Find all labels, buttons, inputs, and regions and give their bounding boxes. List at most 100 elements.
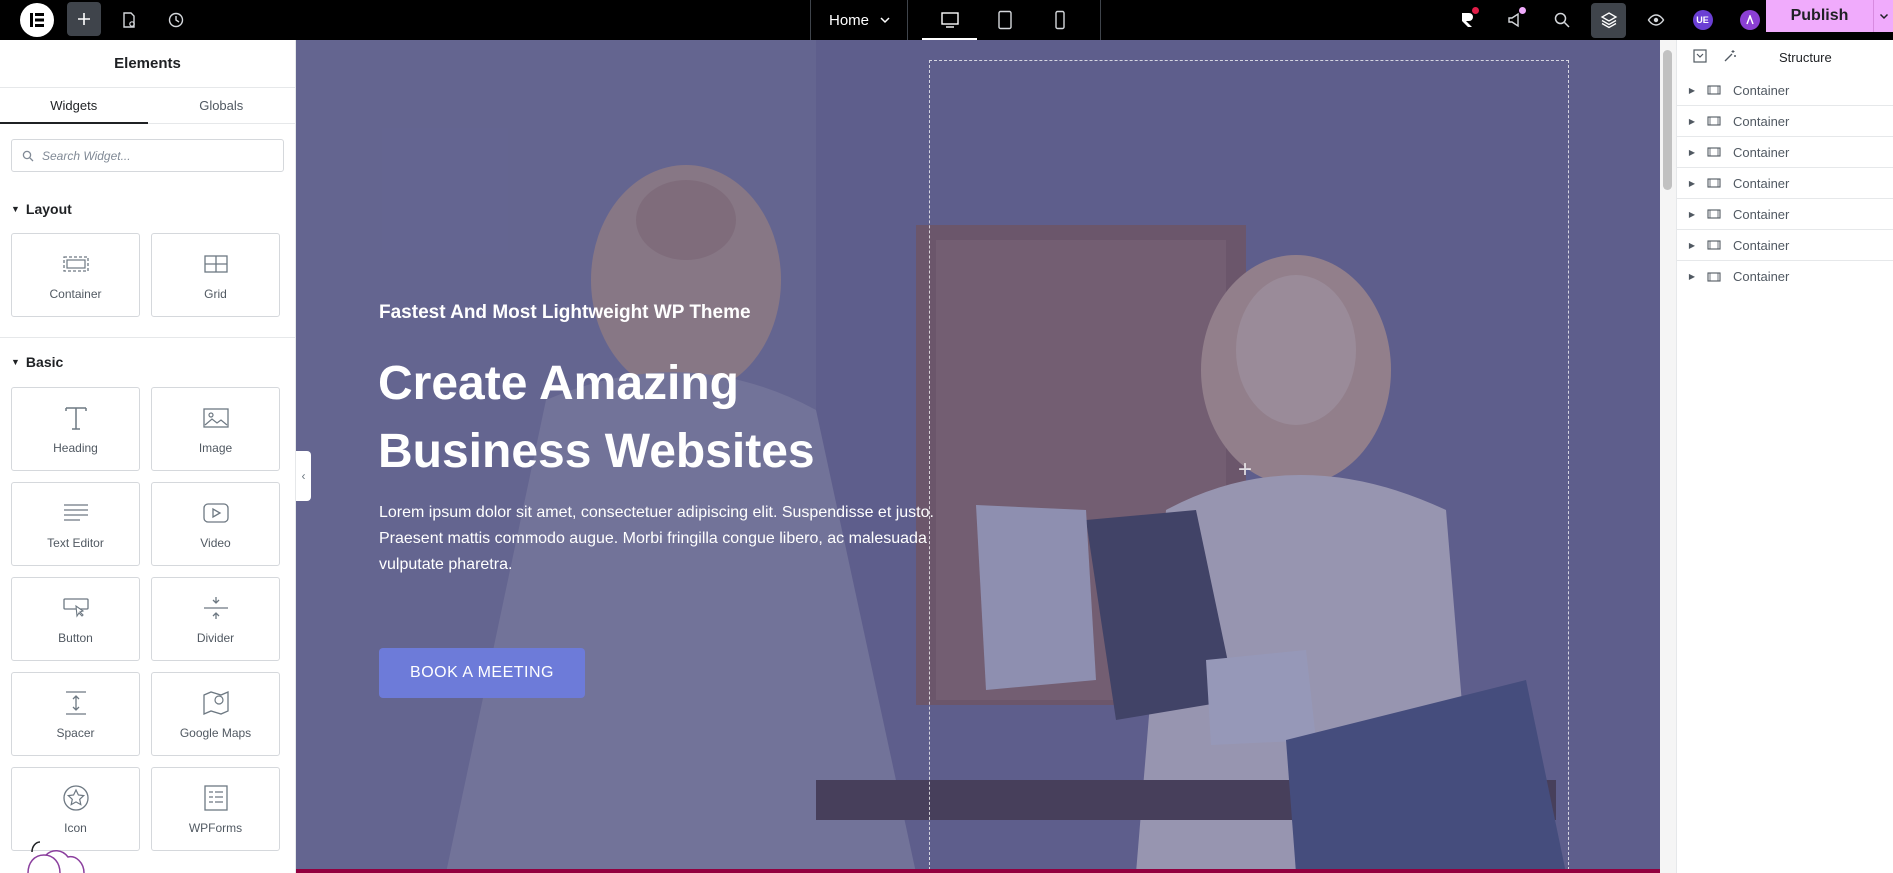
tablet-icon bbox=[997, 10, 1012, 30]
spacer-icon bbox=[62, 688, 90, 718]
widget-image[interactable]: Image bbox=[151, 387, 280, 471]
text-editor-icon bbox=[62, 498, 90, 528]
structure-item[interactable]: ▶ Container bbox=[1677, 199, 1893, 230]
mobile-view-button[interactable] bbox=[1032, 0, 1087, 40]
announcements-button[interactable] bbox=[1497, 3, 1532, 38]
chevron-down-icon bbox=[1879, 13, 1888, 20]
right-toolbar: UE bbox=[1450, 0, 1767, 40]
top-bar: Home UE Publish bbox=[0, 0, 1893, 40]
royal-addons-button[interactable] bbox=[1450, 3, 1485, 38]
widget-icon[interactable]: Icon bbox=[11, 767, 140, 851]
structure-item-label: Container bbox=[1733, 237, 1790, 253]
tab-globals[interactable]: Globals bbox=[148, 88, 296, 123]
structure-item[interactable]: ▶ Container bbox=[1677, 137, 1893, 168]
avatar: UE bbox=[1692, 10, 1713, 30]
caret-right-icon[interactable]: ▶ bbox=[1677, 272, 1707, 281]
panel-tabs: Widgets Globals bbox=[0, 88, 295, 124]
container-icon bbox=[1707, 85, 1733, 95]
royal-logo-icon bbox=[1461, 13, 1473, 27]
widget-label: WPForms bbox=[188, 821, 243, 835]
canvas-scrollbar[interactable] bbox=[1660, 40, 1676, 873]
structure-item[interactable]: ▶ Container bbox=[1677, 106, 1893, 137]
structure-item[interactable]: ▶ Container bbox=[1677, 168, 1893, 199]
container-icon bbox=[1707, 147, 1733, 157]
caret-right-icon[interactable]: ▶ bbox=[1677, 117, 1707, 126]
search-placeholder: Search Widget... bbox=[42, 148, 131, 163]
caret-right-icon[interactable]: ▶ bbox=[1677, 241, 1707, 250]
tab-widgets[interactable]: Widgets bbox=[0, 88, 148, 124]
ai-logo-icon bbox=[1739, 10, 1760, 30]
container-icon bbox=[1707, 240, 1733, 250]
mascot-icon bbox=[27, 841, 85, 873]
map-icon bbox=[202, 688, 230, 718]
widget-container[interactable]: Container bbox=[11, 233, 140, 317]
widget-google-maps[interactable]: Google Maps bbox=[151, 672, 280, 756]
divider bbox=[0, 337, 295, 338]
hero-title: Create Amazing Business Websites bbox=[378, 357, 815, 478]
widget-divider[interactable]: Divider bbox=[151, 577, 280, 661]
collapse-all-icon[interactable] bbox=[1693, 49, 1707, 66]
widget-label: Video bbox=[200, 536, 231, 550]
caret-right-icon[interactable]: ▶ bbox=[1677, 210, 1707, 219]
chevron-left-icon: ‹ bbox=[301, 469, 306, 483]
structure-header: Structure bbox=[1677, 40, 1893, 75]
panel-title: Elements bbox=[0, 40, 295, 88]
structure-item-label: Container bbox=[1733, 206, 1790, 222]
structure-item-label: Container bbox=[1733, 269, 1790, 284]
structure-item-label: Container bbox=[1733, 175, 1790, 191]
container-icon bbox=[1707, 271, 1733, 282]
notification-dot bbox=[1519, 6, 1526, 14]
search-icon bbox=[22, 150, 34, 161]
add-element-button[interactable] bbox=[67, 2, 101, 36]
publish-options-button[interactable] bbox=[1873, 0, 1893, 32]
structure-list: ▶ Container ▶ Container ▶ Container ▶ Contai… bbox=[1677, 75, 1893, 292]
tablet-view-button[interactable] bbox=[977, 0, 1032, 40]
structure-toggle-button[interactable] bbox=[1591, 2, 1626, 38]
preview-button[interactable] bbox=[1638, 3, 1673, 38]
scrollbar-thumb[interactable] bbox=[1663, 50, 1672, 190]
structure-item[interactable]: ▶ Container bbox=[1677, 261, 1893, 292]
category-layout[interactable]: ▼ Layout bbox=[0, 199, 295, 219]
editor-canvas[interactable]: + Fastest And Most Lightweight WP Theme … bbox=[296, 40, 1660, 873]
caret-right-icon[interactable]: ▶ bbox=[1677, 86, 1707, 95]
search-button[interactable] bbox=[1544, 3, 1579, 38]
user-avatar-button[interactable]: UE bbox=[1685, 3, 1720, 38]
widget-grid[interactable]: Grid bbox=[151, 233, 280, 317]
desktop-view-button[interactable] bbox=[922, 0, 977, 40]
widget-label: Heading bbox=[53, 441, 98, 455]
widget-wpforms[interactable]: WPForms bbox=[151, 767, 280, 851]
publish-button[interactable]: Publish bbox=[1766, 0, 1893, 32]
widget-spacer[interactable]: Spacer bbox=[11, 672, 140, 756]
hero-kicker: Fastest And Most Lightweight WP Theme bbox=[379, 302, 751, 323]
caret-right-icon[interactable]: ▶ bbox=[1677, 179, 1707, 188]
history-button[interactable] bbox=[160, 4, 192, 36]
widget-video[interactable]: Video bbox=[151, 482, 280, 566]
page-select[interactable]: Home bbox=[810, 0, 908, 40]
elements-panel: Elements Widgets Globals Search Widget..… bbox=[0, 40, 296, 873]
caret-right-icon[interactable]: ▶ bbox=[1677, 148, 1707, 157]
widget-button[interactable]: Button bbox=[11, 577, 140, 661]
category-basic[interactable]: ▼ Basic bbox=[0, 352, 295, 372]
collapse-panel-button[interactable]: ‹ bbox=[296, 451, 311, 501]
book-meeting-button[interactable]: BOOK A MEETING bbox=[379, 648, 585, 698]
ai-assistant-button[interactable] bbox=[1732, 3, 1767, 38]
category-label: Layout bbox=[25, 201, 72, 217]
widget-heading[interactable]: Heading bbox=[11, 387, 140, 471]
divider bbox=[1100, 0, 1101, 40]
structure-item[interactable]: ▶ Container bbox=[1677, 230, 1893, 261]
megaphone-icon bbox=[1507, 12, 1519, 28]
search-widget-input[interactable]: Search Widget... bbox=[11, 139, 284, 172]
divider-icon bbox=[202, 593, 230, 623]
caret-down-icon: ▼ bbox=[11, 204, 20, 214]
page-settings-button[interactable] bbox=[113, 4, 145, 36]
magic-wand-icon[interactable] bbox=[1723, 49, 1737, 66]
widget-text-editor[interactable]: Text Editor bbox=[11, 482, 140, 566]
container-icon bbox=[1707, 209, 1733, 219]
structure-item[interactable]: ▶ Container bbox=[1677, 75, 1893, 106]
elementor-logo-icon[interactable] bbox=[20, 3, 54, 37]
structure-title: Structure bbox=[1779, 50, 1832, 65]
button-icon bbox=[62, 593, 90, 623]
add-widget-plus-icon[interactable]: + bbox=[1238, 458, 1252, 482]
hero-paragraph: Lorem ipsum dolor sit amet, consectetuer… bbox=[379, 504, 934, 573]
chevron-down-icon bbox=[880, 17, 890, 24]
